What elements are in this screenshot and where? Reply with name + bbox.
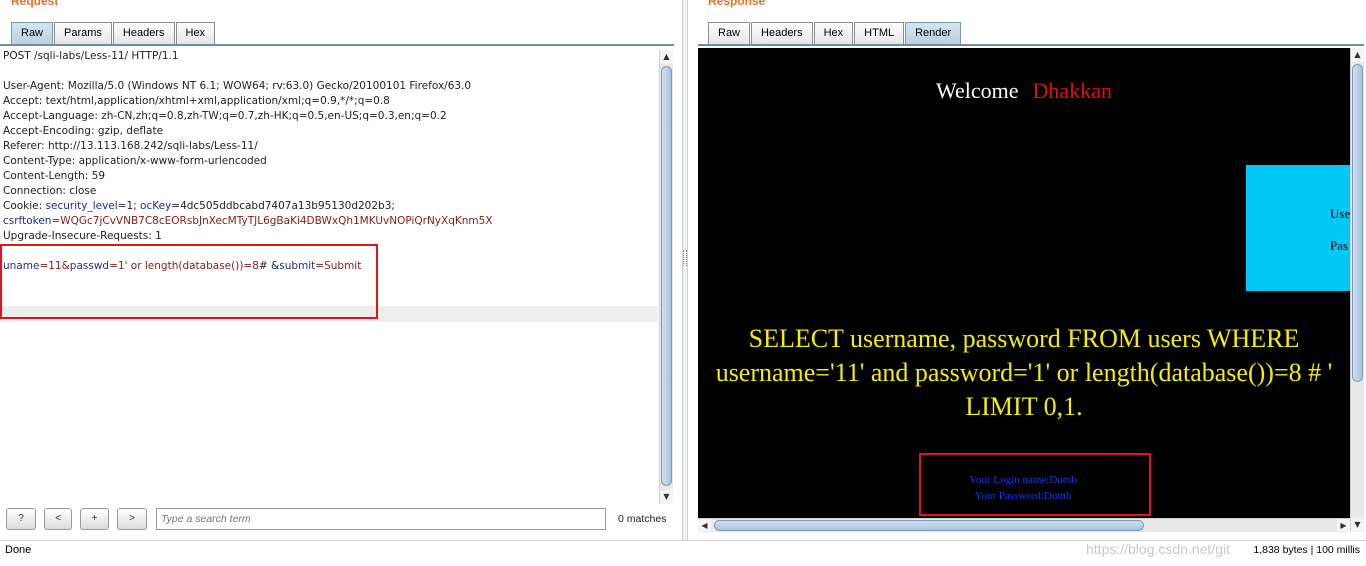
header-content-type: Content-Type: application/x-www-form-url…	[3, 155, 267, 167]
response-tab-underline	[698, 44, 1364, 46]
status-text: Done	[5, 544, 32, 556]
request-tab-underline	[0, 44, 674, 46]
response-highlight-box	[919, 453, 1151, 516]
response-title: Response	[708, 0, 766, 8]
help-button[interactable]: ?	[6, 508, 36, 530]
welcome-text: Welcome	[936, 78, 1019, 103]
welcome-name: Dhakkan	[1032, 78, 1112, 103]
split-divider[interactable]	[682, 0, 688, 540]
login-form-panel: Use Pas	[1246, 165, 1350, 291]
match-count: 0 matches	[618, 513, 667, 525]
response-horizontal-scrollbar[interactable]: ◀ ▶	[698, 518, 1350, 533]
tab-render[interactable]: Render	[905, 22, 962, 44]
header-accept-encoding: Accept-Encoding: gzip, deflate	[3, 125, 164, 137]
scroll-down-icon[interactable]: ▼	[660, 490, 673, 504]
response-hscroll-thumb[interactable]	[714, 520, 1144, 531]
divider-grip-icon[interactable]	[683, 250, 687, 266]
password-label: Pas	[1330, 238, 1349, 253]
sql-query-output: SELECT username, password FROM users WHE…	[715, 324, 1333, 421]
watermark: https://blog.csdn.net/git	[1086, 541, 1230, 557]
welcome-heading: Welcome Dhakkan	[698, 78, 1350, 104]
previous-button[interactable]: <	[44, 508, 72, 530]
request-highlight-box	[0, 244, 378, 319]
next-button[interactable]: >	[117, 508, 147, 530]
request-scroll-thumb[interactable]	[661, 66, 672, 486]
status-bar: Done https://blog.csdn.net/git 1,838 byt…	[0, 540, 1366, 566]
response-size-timing: 1,838 bytes | 100 millis	[1253, 544, 1360, 556]
cookie-prefix: Cookie:	[3, 200, 46, 212]
cookie-key-2: ocKey	[140, 200, 172, 212]
scroll-up-icon[interactable]: ▲	[660, 50, 673, 64]
scroll-down-icon[interactable]: ▼	[1351, 518, 1364, 532]
request-tabs: Raw Params Headers Hex	[11, 22, 216, 44]
tab-headers[interactable]: Headers	[112, 22, 175, 44]
tab-headers[interactable]: Headers	[751, 22, 813, 44]
cookie-key-1: security_level	[45, 200, 118, 212]
header-cookie: Cookie: security_level=1; ocKey=4dc505dd…	[3, 199, 395, 214]
tab-hex[interactable]: Hex	[175, 22, 216, 44]
cookie-csrftoken: csrftoken=WQGc7jCvVNB7C8cEORsbJnXecMTyTJ…	[3, 214, 493, 229]
request-line: POST /sqli-labs/Less-11/ HTTP/1.1	[3, 50, 179, 62]
request-title: Request	[11, 0, 59, 8]
search-input[interactable]: Type a search term	[156, 508, 606, 530]
response-tabs: Raw Headers Hex HTML Render	[708, 22, 962, 44]
tab-hex[interactable]: Hex	[813, 22, 854, 44]
username-label: Use	[1330, 206, 1350, 221]
scroll-up-icon[interactable]: ▲	[1351, 48, 1364, 62]
burp-window: Request Raw Params Headers Hex POST /sql…	[0, 0, 1366, 566]
tab-raw[interactable]: Raw	[708, 22, 751, 44]
tab-raw[interactable]: Raw	[11, 22, 54, 44]
header-content-length: Content-Length: 59	[3, 170, 106, 182]
scroll-right-icon[interactable]: ▶	[1337, 519, 1350, 533]
scroll-left-icon[interactable]: ◀	[698, 519, 711, 533]
cookie-val-2: =4dc505ddbcabd7407a13b95130d202b3;	[171, 200, 395, 212]
response-scrollbar[interactable]: ▲ ▼	[1350, 48, 1364, 532]
rendered-page: Welcome Dhakkan Use Pas SELECT username, …	[698, 48, 1350, 518]
header-referer: Referer: http://13.113.168.242/sqli-labs…	[3, 140, 258, 152]
tab-html[interactable]: HTML	[854, 22, 905, 44]
header-accept: Accept: text/html,application/xhtml+xml,…	[3, 95, 390, 107]
header-accept-language: Accept-Language: zh-CN,zh;q=0.8,zh-TW;q=…	[3, 110, 447, 122]
request-scrollbar[interactable]: ▲ ▼	[659, 50, 673, 504]
csrf-key: csrftoken	[3, 215, 52, 227]
add-button[interactable]: +	[80, 508, 109, 530]
csrf-value: =WQGc7jCvVNB7C8cEORsbJnXecMTyTJL6gBaKi4D…	[51, 215, 493, 227]
header-user-agent: User-Agent: Mozilla/5.0 (Windows NT 6.1;…	[3, 80, 472, 92]
response-scroll-thumb[interactable]	[1352, 64, 1363, 382]
cookie-val-1: =1;	[117, 200, 141, 212]
header-connection: Connection: close	[3, 185, 97, 197]
header-upgrade-insecure: Upgrade-Insecure-Requests: 1	[3, 230, 162, 242]
tab-params[interactable]: Params	[54, 22, 112, 44]
